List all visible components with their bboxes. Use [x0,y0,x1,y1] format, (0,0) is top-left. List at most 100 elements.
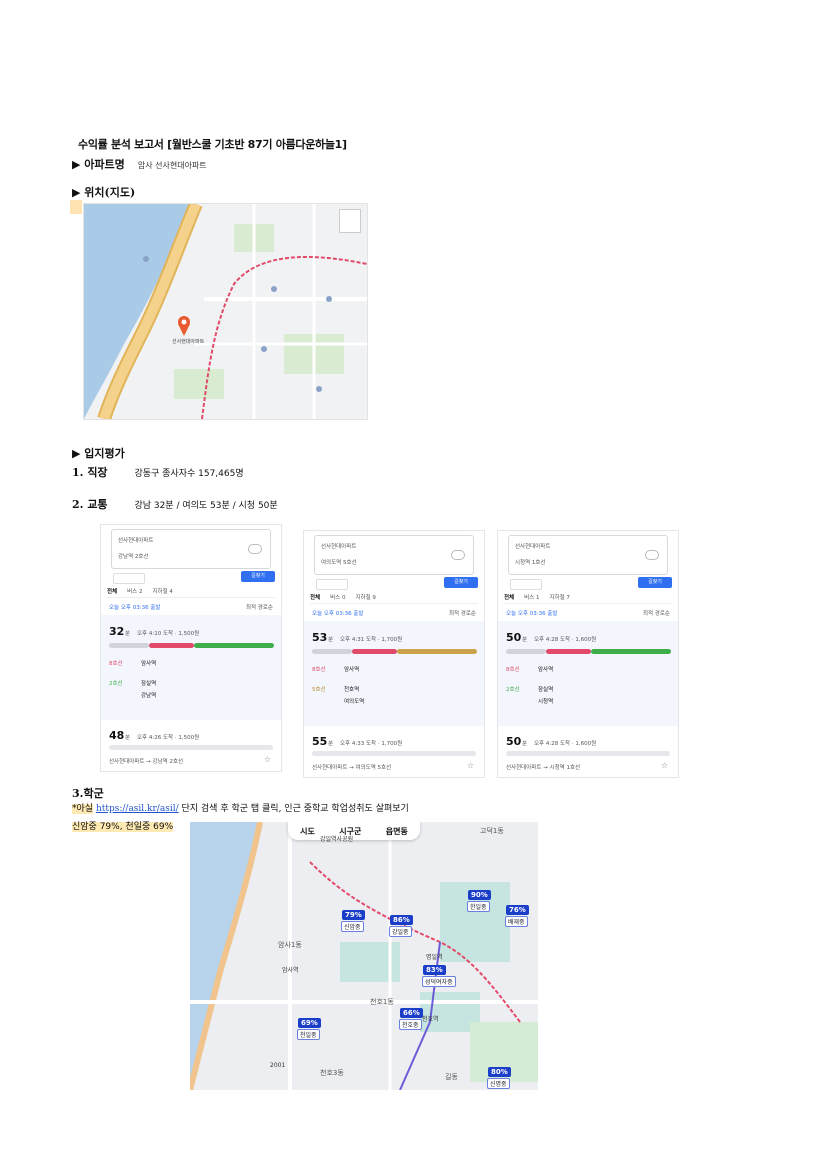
tab-all[interactable]: 전체 [107,587,117,597]
job-value: 강동구 종사자수 157,465명 [134,469,244,479]
tab-subway[interactable]: 지하철 4 [153,587,173,597]
star-icon[interactable]: ☆ [467,761,474,770]
reset-button[interactable] [316,579,348,590]
route2-detail: 오후 4:28 도착 · 1,600원 [534,741,597,747]
school-pin-name: 성덕여자중 [422,976,456,987]
destination-input[interactable]: 강남역 2호선 [118,552,149,560]
tab-bus[interactable]: 버스 0 [330,593,345,603]
school-pin-percent[interactable]: 69% [298,1018,321,1028]
depart-time[interactable]: 오늘 오후 03:36 출발 [506,609,557,617]
asil-link[interactable]: https://asil.kr/asil/ [96,804,179,814]
map-control[interactable] [339,209,361,233]
stop2: 잠실역 [141,681,157,687]
school-pin-percent[interactable]: 86% [390,915,413,925]
stop1: 암사역 [344,667,360,673]
search-button[interactable]: 길찾기 [444,577,478,588]
line1-badge: 8호선 [109,661,123,667]
school-pin-name: 신명중 [487,1078,510,1089]
area-label: 천호1동 [370,998,394,1006]
star-icon[interactable]: ☆ [661,761,668,770]
school-pin-name: 배재중 [505,916,528,927]
tab-eupmyeondong[interactable]: 읍면동 [386,826,408,837]
highlight-marker [70,200,82,214]
school-map-tabs: 시도 시구군 읍면동 [288,822,420,840]
route2-time: 48 [109,729,125,742]
end-stop: 시청역 [538,699,554,705]
stop1: 암사역 [538,667,554,673]
station-label: 천호역 [422,1016,439,1023]
school-pin-percent[interactable]: 80% [488,1067,511,1077]
line2-badge: 2호선 [109,681,123,687]
line1-badge: 8호선 [312,667,326,673]
search-button[interactable]: 길찾기 [638,577,672,588]
school-result: 신암중 79%, 천일중 69% [72,819,174,832]
route2-time: 55 [312,735,328,748]
origin-input[interactable]: 선사현대아파트 [321,542,356,550]
star-icon[interactable]: ☆ [264,755,271,764]
transit-panel: 선사현대아파트 여의도역 5호선 길찾기 전체 버스 0 지하철 9 오늘 오후… [303,530,485,778]
map1-place-label: 선사현대아파트 [172,339,205,345]
swap-icon[interactable] [451,550,465,560]
end-stop: 강남역 [141,693,157,699]
tab-sido[interactable]: 시도 [300,826,315,837]
tab-subway[interactable]: 지하철 7 [550,593,570,603]
location-map[interactable]: 선사현대아파트 [83,203,368,420]
tab-all[interactable]: 전체 [504,593,514,603]
destination-input[interactable]: 여의도역 5호선 [321,558,357,566]
school-map[interactable]: 시도 시구군 읍면동 79% 신암중 86% 강일중 90% 한일중 76% 배재중 83% 성덕… [190,822,538,1090]
route2-unit: 분 [125,735,131,741]
route-time: 32 [109,625,125,638]
report-title: 수익률 분석 보고서 [월반스쿨 기초반 87기 아름다운하늘1] [78,138,347,151]
tab-subway[interactable]: 지하철 9 [356,593,376,603]
origin-input[interactable]: 선사현대아파트 [118,536,153,544]
route-footer: 선사현대아파트 → 여의도역 5호선 [312,765,392,771]
stop2: 잠실역 [538,687,554,693]
route-card[interactable]: 53 분 오후 4:31 도착 · 1,700원 8호선 암사역 5호선 천호역… [304,621,484,726]
school-pin-percent[interactable]: 76% [506,905,529,915]
school-pin-name: 신암중 [341,921,364,932]
school-pin-name: 한일중 [467,901,490,912]
school-pin-percent[interactable]: 90% [468,890,491,900]
swap-icon[interactable] [248,544,262,554]
route2-detail: 오후 4:33 도착 · 1,700원 [340,741,403,747]
sort-select[interactable]: 최적 경로순 [246,603,273,611]
transport-value: 강남 32분 / 여의도 53분 / 시청 50분 [134,501,278,511]
school-pin-percent[interactable]: 66% [400,1008,423,1018]
apartment-row: ▶ 아파트명 암사 선사현대아파트 [72,153,207,172]
apartment-label: ▶ 아파트명 [72,158,125,171]
route-inputs: 선사현대아파트 강남역 2호선 [111,529,271,569]
line1-badge: 8호선 [506,667,520,673]
route2-unit: 분 [328,741,334,747]
tab-all[interactable]: 전체 [310,593,320,603]
area-label: 암사1동 [278,941,302,949]
origin-input[interactable]: 선사현대아파트 [515,542,550,550]
job-row: 1. 직장 강동구 종사자수 157,465명 [72,464,244,480]
swap-icon[interactable] [645,550,659,560]
end-stop: 여의도역 [344,699,365,705]
stop2: 천호역 [344,687,360,693]
line2-badge: 5호선 [312,687,326,693]
tab-bus[interactable]: 버스 2 [127,587,142,597]
destination-input[interactable]: 시청역 1호선 [515,558,546,566]
school-result-text: 신암중 79%, 천일중 69% [72,822,174,832]
depart-time[interactable]: 오늘 오후 03:36 출발 [109,603,160,611]
transport-row: 2. 교통 강남 32분 / 여의도 53분 / 시청 50분 [72,496,278,512]
sort-select[interactable]: 최적 경로순 [449,609,476,617]
reset-button[interactable] [510,579,542,590]
route-card[interactable]: 32 분 오후 4:10 도착 · 1,500원 8호선 암사역 2호선 잠실역… [101,615,281,720]
depart-time[interactable]: 오늘 오후 03:36 출발 [312,609,363,617]
tab-bus[interactable]: 버스 1 [524,593,539,603]
school-pin-percent[interactable]: 83% [423,965,446,975]
sort-select[interactable]: 최적 경로순 [643,609,670,617]
route-time: 50 [506,631,522,644]
school-pin-percent[interactable]: 79% [342,910,365,920]
route-card[interactable]: 50 분 오후 4:28 도착 · 1,600원 8호선 암사역 2호선 잠실역… [498,621,678,726]
school-note: *아실 https://asil.kr/asil/ 단지 검색 후 학군 탭 클… [72,801,409,814]
school-note-prefix: *아실 [72,804,94,814]
route-time-unit: 분 [522,637,528,643]
station-label: 강일역사공원 [320,836,354,843]
route2-time: 50 [506,735,522,748]
search-button[interactable]: 길찾기 [241,571,275,582]
reset-button[interactable] [113,573,145,584]
location-label: ▶ 위치(지도) [72,186,136,199]
